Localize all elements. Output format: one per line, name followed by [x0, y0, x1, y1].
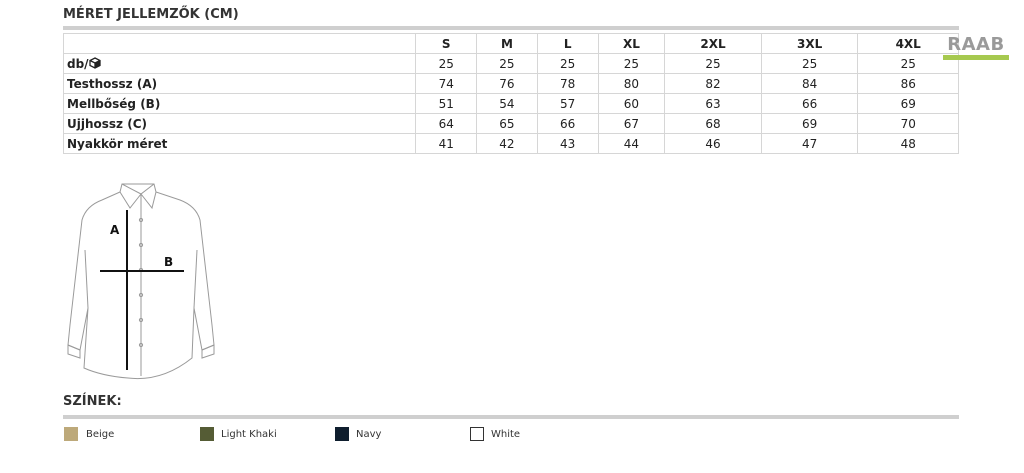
color-swatch-navy: [335, 427, 349, 441]
table-cell: 25: [476, 53, 538, 74]
color-label-white: White: [491, 429, 521, 440]
table-cell: 25: [597, 53, 666, 74]
table-cell: 48: [857, 133, 959, 154]
row-label-collar: Nyakkör méret: [62, 133, 417, 154]
color-swatch-light-khaki: [200, 427, 214, 441]
table-cell: 70: [857, 113, 959, 134]
table-cell: 60: [597, 93, 666, 114]
color-label-navy: Navy: [356, 429, 382, 440]
color-label-light-khaki: Light Khaki: [221, 429, 277, 440]
header-empty-cell: [62, 33, 417, 54]
table-cell: 80: [597, 73, 666, 94]
table-cell: 84: [760, 73, 859, 94]
color-swatch-white: [470, 427, 484, 441]
table-cell: 82: [664, 73, 762, 94]
table-cell: 54: [476, 93, 538, 114]
table-row: Ujjhossz (C) 64 65 66 67 68 69 70: [62, 113, 959, 134]
size-table: S M L XL 2XL 3XL 4XL db/ 25 25 25 25 25 …: [62, 33, 959, 154]
table-row: Nyakkör méret 41 42 43 44 46 47 48: [62, 133, 959, 154]
logo-text: RAAB: [947, 34, 1005, 55]
color-swatch-beige: [64, 427, 78, 441]
brand-logo: RAAB: [941, 34, 1011, 62]
row-label-body-length: Testhossz (A): [62, 73, 417, 94]
row-label-pack: db/: [62, 53, 417, 74]
table-cell: 69: [857, 93, 959, 114]
size-header-3xl: 3XL: [760, 33, 859, 54]
size-chart-title: MÉRET JELLEMZŐK (CM): [63, 7, 239, 22]
table-cell: 46: [664, 133, 762, 154]
color-label-beige: Beige: [86, 429, 115, 440]
table-row: Testhossz (A) 74 76 78 80 82 84 86: [62, 73, 959, 94]
table-cell: 68: [664, 113, 762, 134]
table-cell: 51: [415, 93, 478, 114]
measure-label-a: A: [110, 223, 120, 237]
colors-divider: [63, 415, 959, 419]
table-cell: 41: [415, 133, 478, 154]
table-cell: 66: [760, 93, 859, 114]
size-header-s: S: [415, 33, 478, 54]
table-row: db/ 25 25 25 25 25 25 25: [62, 53, 959, 74]
row-label-sleeve: Ujjhossz (C): [62, 113, 417, 134]
table-cell: 65: [476, 113, 538, 134]
table-cell: 25: [664, 53, 762, 74]
table-cell: 86: [857, 73, 959, 94]
size-header-row: S M L XL 2XL 3XL 4XL: [62, 33, 959, 54]
row-label-text: db/: [67, 56, 89, 71]
table-cell: 43: [536, 133, 599, 154]
table-cell: 66: [536, 113, 599, 134]
measure-label-b: B: [164, 255, 173, 269]
table-cell: 42: [476, 133, 538, 154]
table-cell: 67: [597, 113, 666, 134]
table-cell: 25: [760, 53, 859, 74]
table-cell: 76: [476, 73, 538, 94]
table-row: Mellbőség (B) 51 54 57 60 63 66 69: [62, 93, 959, 114]
table-cell: 25: [536, 53, 599, 74]
colors-title: SZÍNEK:: [63, 394, 122, 409]
title-divider: [63, 26, 959, 30]
size-header-m: M: [476, 33, 538, 54]
size-header-xl: XL: [597, 33, 666, 54]
shirt-diagram: A B: [67, 183, 215, 380]
box-icon: [88, 56, 101, 69]
table-cell: 44: [597, 133, 666, 154]
table-cell: 25: [415, 53, 478, 74]
table-cell: 64: [415, 113, 478, 134]
logo-strip: [943, 55, 1009, 60]
table-cell: 74: [415, 73, 478, 94]
row-label-chest: Mellbőség (B): [62, 93, 417, 114]
table-cell: 57: [536, 93, 599, 114]
size-header-2xl: 2XL: [664, 33, 762, 54]
table-cell: 63: [664, 93, 762, 114]
table-cell: 47: [760, 133, 859, 154]
size-header-l: L: [536, 33, 599, 54]
table-cell: 78: [536, 73, 599, 94]
table-cell: 69: [760, 113, 859, 134]
